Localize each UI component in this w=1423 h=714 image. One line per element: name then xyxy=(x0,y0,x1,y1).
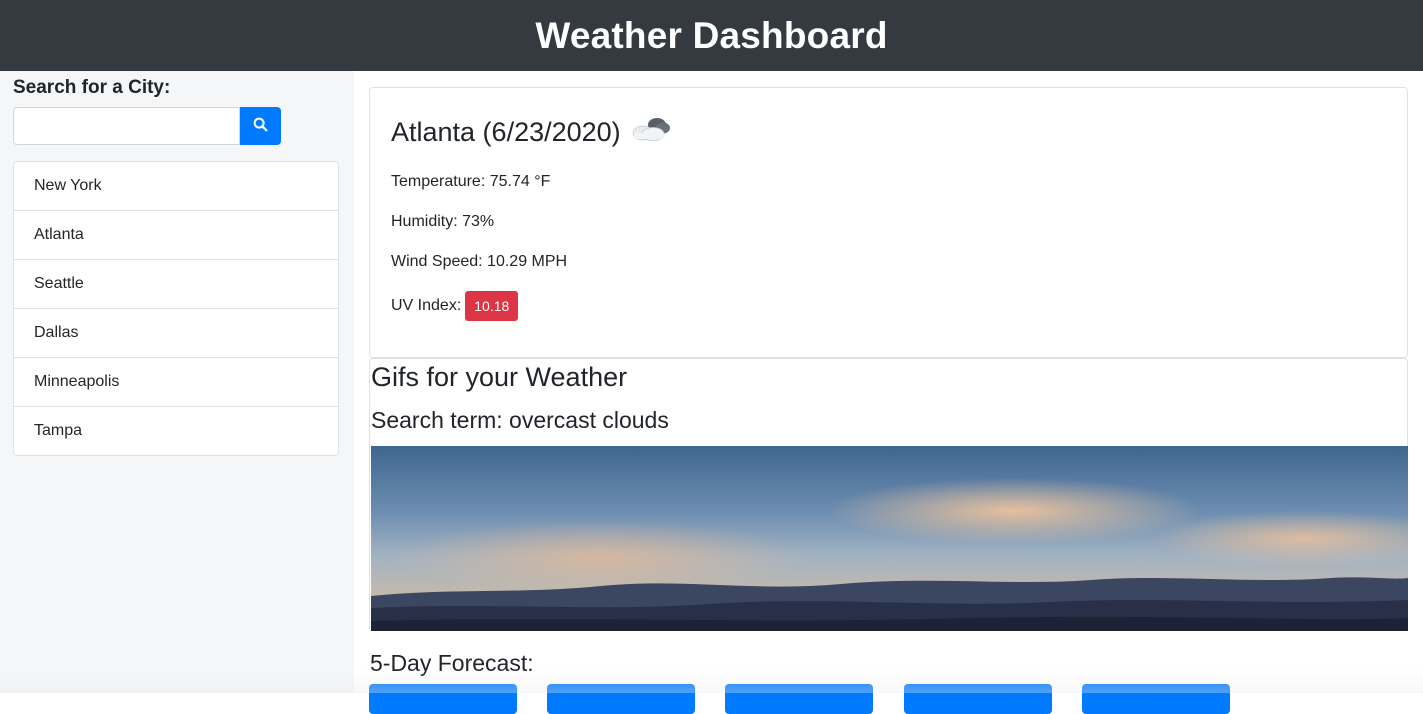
city-history-list: New York Atlanta Seattle Dallas Minneapo… xyxy=(13,161,339,456)
forecast-card-day-1 xyxy=(369,684,517,714)
forecast-card-day-3 xyxy=(725,684,873,714)
search-label: Search for a City: xyxy=(13,77,171,98)
city-item-tampa[interactable]: Tampa xyxy=(14,407,338,455)
forecast-row xyxy=(369,684,1419,714)
current-weather-card: Atlanta (6/23/2020) Temperature: 75.74 °… xyxy=(369,87,1408,358)
city-item-seattle[interactable]: Seattle xyxy=(14,260,338,309)
forecast-heading: 5-Day Forecast: xyxy=(370,650,534,676)
city-item-dallas[interactable]: Dallas xyxy=(14,309,338,358)
wind-speed-text: Wind Speed: 10.29 MPH xyxy=(391,253,568,270)
search-icon xyxy=(253,117,268,135)
current-weather-title: Atlanta (6/23/2020) xyxy=(391,114,673,151)
city-item-atlanta[interactable]: Atlanta xyxy=(14,211,338,260)
forecast-card-day-5 xyxy=(1082,684,1230,714)
uv-index-row: UV Index: 10.18 xyxy=(391,291,519,321)
temperature-text: Temperature: 75.74 °F xyxy=(391,173,551,190)
city-date-heading: Atlanta (6/23/2020) xyxy=(391,117,621,147)
weather-gif-image xyxy=(371,446,1408,631)
humidity-text: Humidity: 73% xyxy=(391,213,495,230)
page-title: Weather Dashboard xyxy=(535,14,888,56)
city-item-minneapolis[interactable]: Minneapolis xyxy=(14,358,338,407)
app-header: Weather Dashboard xyxy=(0,0,1423,71)
gif-section-title: Gifs for your Weather xyxy=(371,362,628,392)
forecast-card-day-4 xyxy=(904,684,1052,714)
overcast-clouds-icon xyxy=(629,114,673,151)
uv-index-badge: 10.18 xyxy=(465,291,519,321)
city-item-new-york[interactable]: New York xyxy=(14,162,338,211)
weather-gif-card: Gifs for your Weather Search term: overc… xyxy=(369,358,1408,631)
city-search-input[interactable] xyxy=(13,107,240,145)
uv-index-label: UV Index: xyxy=(391,297,462,314)
search-button[interactable] xyxy=(240,107,281,145)
gif-search-term: Search term: overcast clouds xyxy=(371,407,669,433)
sidebar: Search for a City: New York Atlanta Seat… xyxy=(0,71,354,693)
forecast-card-day-2 xyxy=(547,684,695,714)
